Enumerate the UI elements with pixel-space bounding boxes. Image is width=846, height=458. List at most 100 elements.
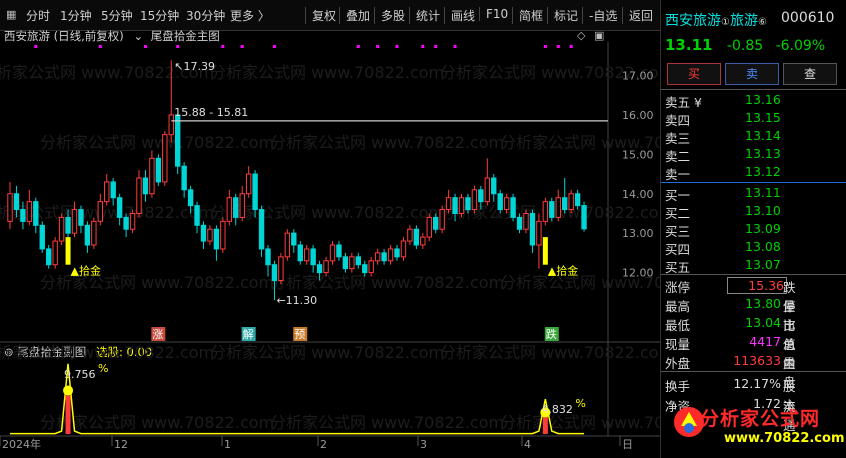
stat-label: 最低 (665, 318, 691, 333)
stat-label: 现量 (665, 337, 691, 352)
candle-body (265, 248, 271, 266)
stat-label: 最高 (665, 299, 691, 314)
candle-body (471, 189, 478, 211)
orderbook-label: 买二 (665, 206, 691, 221)
signal-dot (143, 45, 147, 48)
candle-body (555, 197, 561, 218)
signal-dot (543, 45, 547, 48)
ask-row[interactable]: 卖四 13.15 (665, 110, 781, 129)
candle-body (252, 173, 258, 211)
date-label: 1 (224, 438, 231, 451)
candle-body (46, 248, 52, 266)
candle-body (104, 181, 110, 203)
candle-body (355, 256, 362, 266)
bid-row[interactable]: 买三 13.09 (665, 221, 781, 240)
signal-dot (556, 45, 560, 48)
candle-body (433, 216, 439, 230)
ask-row[interactable]: 卖五 ¥ 13.16 (665, 92, 781, 111)
price-tick-label: 16.00 (622, 109, 654, 122)
stat-value: 4417 (749, 334, 781, 349)
candle-body (374, 252, 381, 262)
pct-sign: % (575, 397, 585, 410)
watermark-text: 分析家公式网 www.70822.com (270, 133, 504, 152)
signal-dot (272, 45, 276, 48)
candle-body (484, 177, 491, 203)
candle-body (233, 197, 239, 218)
candle-body (181, 165, 187, 191)
stock-name: 西安旅游①旅游⑥ (665, 10, 767, 30)
signal-marker-label: 跌 (546, 327, 557, 341)
stat-label: 外盘 (665, 356, 691, 371)
watermark-text: 分析家公式网 www.70822.com (40, 133, 274, 152)
date-label: 3 (420, 438, 427, 451)
candle-body (65, 216, 71, 234)
candle-body (258, 209, 265, 250)
candle-body (394, 248, 400, 258)
high-label: ↖17.39 (174, 60, 215, 73)
candle-body (407, 228, 413, 242)
candle-body (581, 205, 587, 230)
price-tick-label: 12.00 (622, 267, 654, 280)
turnover-value: 12.17% (733, 376, 781, 391)
orderbook-label: 卖四 (665, 113, 691, 128)
signal-dot (356, 45, 360, 48)
candle-body (213, 228, 220, 250)
signal-bar (65, 237, 71, 265)
candle-body (562, 197, 568, 211)
orderbook-label: 卖一 (665, 167, 691, 182)
candle-body (529, 212, 536, 246)
watermark-text: 分析家公式网 www.70822.com (0, 343, 214, 362)
orderbook-price: 13.15 (745, 110, 781, 125)
candle-body (291, 232, 297, 246)
ask-row[interactable]: 卖二 13.13 (665, 146, 781, 165)
candle-body (271, 264, 278, 281)
signal-marker-label: 涨 (152, 328, 163, 341)
date-label: 2024年 (2, 437, 41, 451)
candle-body (323, 260, 329, 274)
query-button[interactable]: 查 (783, 63, 837, 85)
orderbook-price: 13.11 (745, 185, 781, 200)
watermark-text: 分析家公式网 www.70822.com (500, 413, 660, 432)
candle-body (368, 260, 374, 274)
stock-name-text: 西安旅游 (665, 13, 721, 29)
candle-body (316, 264, 323, 274)
candle-body (349, 256, 355, 270)
watermark-text: 分析家公式网 www.70822.com (210, 203, 444, 222)
orderbook-price: 13.09 (745, 221, 781, 236)
candle-body (458, 197, 465, 214)
sub-spike-bar (65, 395, 71, 434)
price-tick-label: 17.00 (622, 70, 654, 83)
candle-body (278, 256, 284, 281)
candle-body (452, 197, 458, 214)
candle-body (123, 216, 129, 230)
candle-body (26, 201, 33, 222)
date-label: 日 (622, 438, 633, 451)
bid-row[interactable]: 买二 13.10 (665, 203, 781, 222)
orderbook-price: 13.07 (745, 257, 781, 272)
bid-row[interactable]: 买一 13.11 (665, 185, 781, 204)
orderbook-label: 卖二 (665, 149, 691, 164)
bid-row[interactable]: 买四 13.08 (665, 239, 781, 258)
candle-body (362, 264, 368, 274)
candle-body (13, 193, 20, 211)
candle-body (420, 236, 426, 246)
ask-row[interactable]: 卖一 13.12 (665, 164, 781, 183)
date-label: 12 (114, 438, 128, 451)
orderbook-price: 13.10 (745, 203, 781, 218)
candle-body (20, 209, 26, 222)
orderbook-label: 买四 (665, 242, 691, 257)
low-label: ←11.30 (276, 294, 317, 307)
orderbook-price: 13.08 (745, 239, 781, 254)
stat-value: 13.80 (745, 296, 781, 311)
candle-body (200, 224, 207, 242)
kline-chart[interactable]: 分析家公式网 www.70822.com分析家公式网 www.70822.com… (0, 0, 660, 458)
candle-body (84, 224, 91, 246)
ask-row[interactable]: 卖三 13.14 (665, 128, 781, 147)
sub-spike-bar (542, 414, 548, 434)
candle-body (387, 248, 394, 262)
buy-button[interactable]: 买 (667, 63, 721, 85)
watermark-text: 分析家公式网 www.70822.com (270, 273, 504, 292)
sell-button[interactable]: 卖 (725, 63, 779, 85)
quote-panel: 西安旅游①旅游⑥ 000610 13.11 -0.85 -6.09% 买 卖 查… (660, 0, 846, 458)
price-tick-label: 15.00 (622, 148, 654, 161)
